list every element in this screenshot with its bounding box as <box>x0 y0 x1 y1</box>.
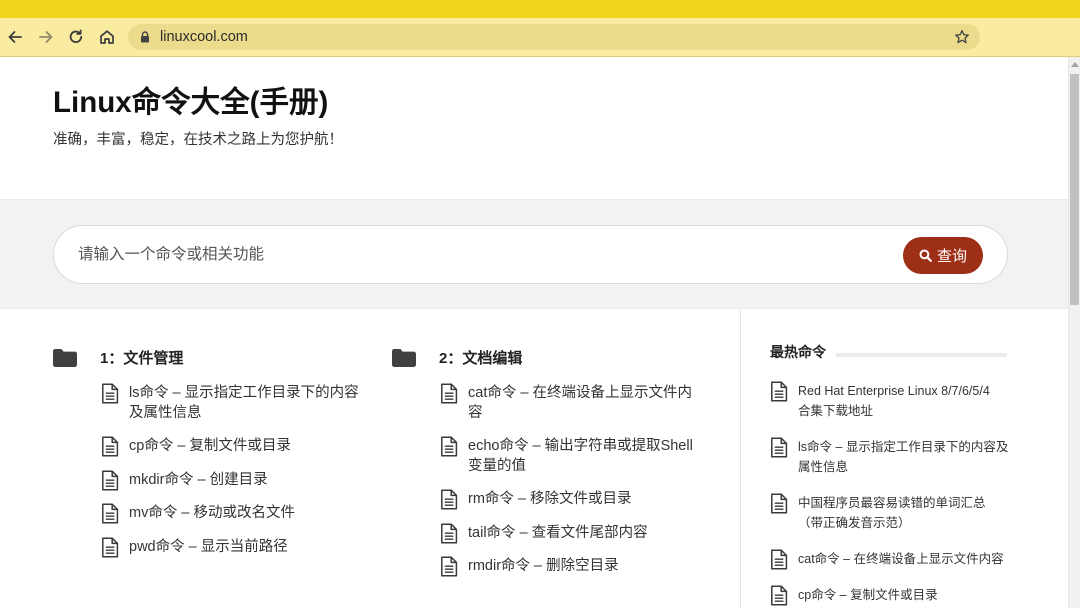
document-icon <box>101 536 119 558</box>
hot-command-item[interactable]: ls命令 – 显示指定工作目录下的内容及属性信息 <box>770 437 1010 477</box>
command-link[interactable]: rm命令 – 移除文件或目录 <box>468 490 702 510</box>
document-icon <box>770 549 788 570</box>
search-input[interactable] <box>78 226 878 283</box>
scrollbar-thumb[interactable] <box>1070 74 1079 305</box>
search-icon <box>919 249 932 262</box>
content-divider <box>740 309 741 608</box>
document-icon <box>770 585 788 606</box>
document-icon <box>101 469 119 491</box>
category-heading: 1：文件管理 <box>100 350 184 367</box>
command-link[interactable]: rmdir命令 – 删除空目录 <box>468 557 702 577</box>
document-icon <box>440 522 458 544</box>
site-title[interactable]: Linux命令大全(手册) <box>53 84 328 122</box>
command-link[interactable]: echo命令 – 输出字符串或提取Shell变量的值 <box>468 437 702 476</box>
search-box: 查询 <box>53 225 1008 284</box>
folder-icon <box>392 349 416 367</box>
hot-command-item[interactable]: cat命令 – 在终端设备上显示文件内容 <box>770 549 1010 570</box>
search-button-label: 查询 <box>936 248 967 265</box>
document-icon <box>440 436 458 457</box>
hot-command-link[interactable]: cp命令 – 复制文件或目录 <box>798 585 1010 605</box>
folder-icon <box>53 349 77 367</box>
sidebar-heading: 最热命令 <box>770 344 826 360</box>
command-item[interactable]: rmdir命令 – 删除空目录 <box>440 556 702 577</box>
url-text[interactable]: linuxcool.com <box>160 24 248 50</box>
scroll-up-arrow-icon[interactable] <box>1070 62 1079 67</box>
command-link[interactable]: mv命令 – 移动或改名文件 <box>129 504 363 524</box>
document-icon <box>770 437 788 458</box>
command-item[interactable]: cp命令 – 复制文件或目录 <box>101 436 363 457</box>
command-item[interactable]: rm命令 – 移除文件或目录 <box>440 489 702 510</box>
hot-command-link[interactable]: cat命令 – 在终端设备上显示文件内容 <box>798 549 1010 569</box>
search-button[interactable]: 查询 <box>903 237 983 274</box>
hot-command-link[interactable]: Red Hat Enterprise Linux 8/7/6/5/4合集下载地址 <box>798 381 996 421</box>
command-item[interactable]: tail命令 – 查看文件尾部内容 <box>440 522 702 544</box>
command-item[interactable]: cat命令 – 在终端设备上显示文件内容 <box>440 383 702 423</box>
document-icon <box>440 489 458 510</box>
hot-command-item[interactable]: cp命令 – 复制文件或目录 <box>770 585 1010 606</box>
hot-command-link[interactable]: 中国程序员最容易读错的单词汇总（带正确发音示范） <box>798 493 1010 533</box>
command-link[interactable]: tail命令 – 查看文件尾部内容 <box>468 524 702 544</box>
document-icon <box>770 493 788 514</box>
category-command-list: cat命令 – 在终端设备上显示文件内容 echo命令 – 输出字符串或提取Sh… <box>440 383 702 577</box>
browser-tab-strip <box>0 0 1080 18</box>
command-item[interactable]: ls命令 – 显示指定工作目录下的内容及属性信息 <box>101 383 363 423</box>
back-arrow-icon[interactable] <box>6 28 24 46</box>
star-icon[interactable] <box>954 29 970 45</box>
category-command-list: ls命令 – 显示指定工作目录下的内容及属性信息 cp命令 – 复制文件或目录 … <box>101 383 363 558</box>
hot-command-list: Red Hat Enterprise Linux 8/7/6/5/4合集下载地址… <box>770 381 1010 606</box>
document-icon <box>101 436 119 457</box>
category-heading: 2：文档编辑 <box>439 350 523 367</box>
hot-command-item[interactable]: Red Hat Enterprise Linux 8/7/6/5/4合集下载地址 <box>770 381 996 421</box>
command-link[interactable]: cat命令 – 在终端设备上显示文件内容 <box>468 384 702 423</box>
document-icon <box>101 503 119 524</box>
page-scrollbar[interactable] <box>1068 57 1080 608</box>
document-icon <box>440 383 458 404</box>
hot-command-link[interactable]: ls命令 – 显示指定工作目录下的内容及属性信息 <box>798 437 1010 477</box>
sidebar-heading-rule <box>836 353 1007 357</box>
browser-toolbar: linuxcool.com <box>0 18 1080 57</box>
command-link[interactable]: pwd命令 – 显示当前路径 <box>129 538 363 558</box>
address-bar[interactable]: linuxcool.com <box>128 24 980 50</box>
command-item[interactable]: mv命令 – 移动或改名文件 <box>101 503 363 524</box>
document-icon <box>101 383 119 404</box>
command-item[interactable]: mkdir命令 – 创建目录 <box>101 469 363 491</box>
command-link[interactable]: cp命令 – 复制文件或目录 <box>129 437 363 457</box>
command-link[interactable]: mkdir命令 – 创建目录 <box>129 471 363 491</box>
command-item[interactable]: pwd命令 – 显示当前路径 <box>101 536 363 558</box>
reload-icon[interactable] <box>67 28 85 46</box>
command-item[interactable]: echo命令 – 输出字符串或提取Shell变量的值 <box>440 436 702 476</box>
lock-icon[interactable] <box>140 31 150 43</box>
command-link[interactable]: ls命令 – 显示指定工作目录下的内容及属性信息 <box>129 384 363 423</box>
document-icon <box>440 556 458 577</box>
site-tagline: 准确，丰富，稳定，在技术之路上为您护航！ <box>53 132 343 148</box>
document-icon <box>770 381 788 402</box>
hot-command-item[interactable]: 中国程序员最容易读错的单词汇总（带正确发音示范） <box>770 493 1010 533</box>
home-icon[interactable] <box>98 28 116 46</box>
forward-arrow-icon[interactable] <box>37 28 55 46</box>
